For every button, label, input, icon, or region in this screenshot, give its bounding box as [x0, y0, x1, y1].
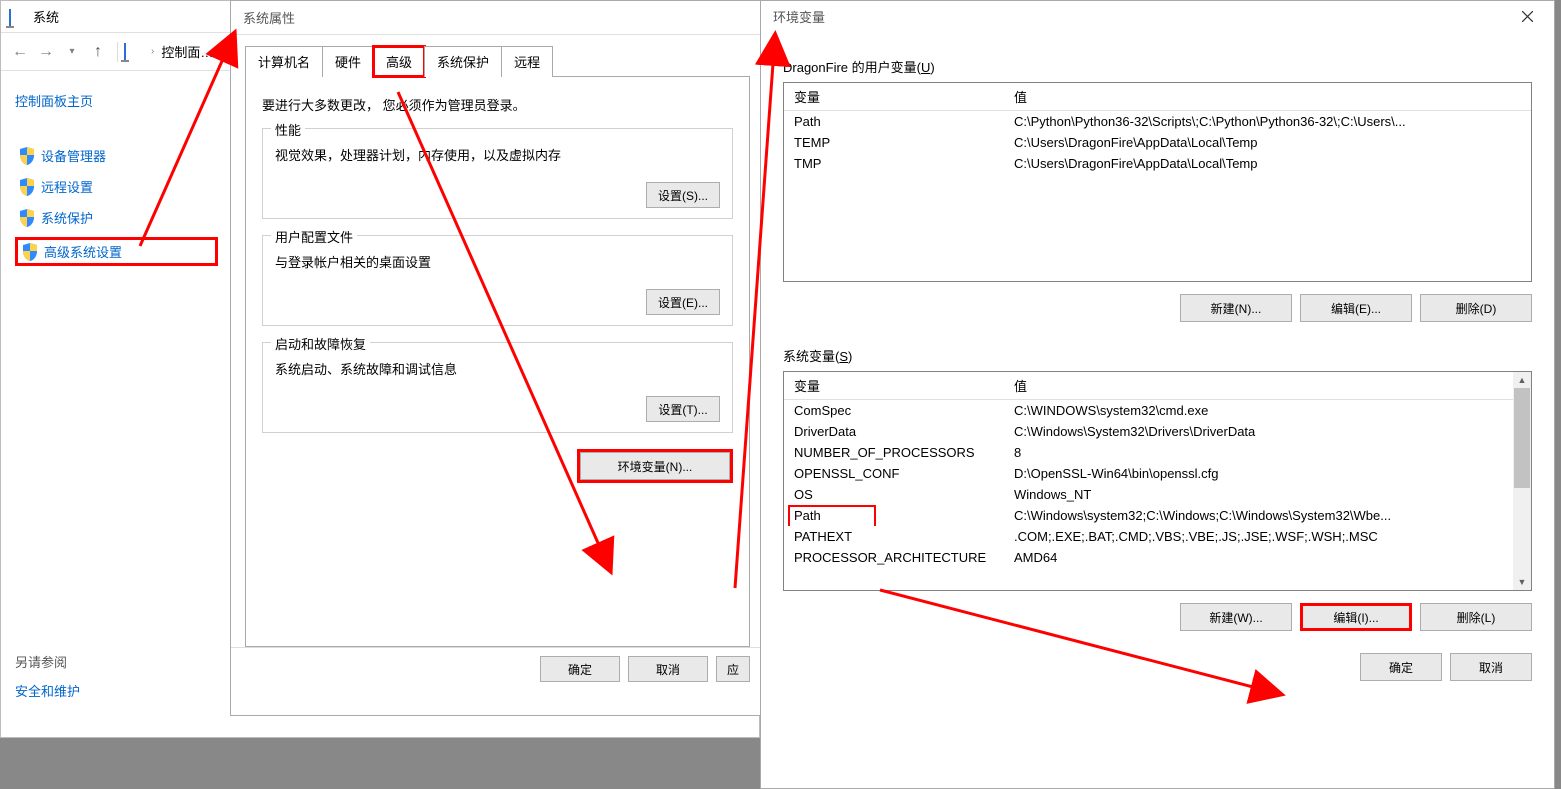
shield-icon: [22, 243, 38, 261]
table-row[interactable]: TMPC:\Users\DragonFire\AppData\Local\Tem…: [784, 153, 1531, 174]
table-row[interactable]: PathC:\Python\Python36-32\Scripts\;C:\Py…: [784, 111, 1531, 133]
tab-computer-name[interactable]: 计算机名: [245, 46, 323, 77]
user-profile-group: 用户配置文件 与登录帐户相关的桌面设置 设置(E)...: [262, 235, 733, 326]
sidebar-item-label: 远程设置: [41, 177, 93, 196]
table-row[interactable]: NUMBER_OF_PROCESSORS8: [784, 442, 1531, 463]
chevron-right-icon: ›: [148, 46, 157, 57]
ok-button[interactable]: 确定: [1360, 653, 1442, 681]
separator: [117, 42, 118, 62]
col-variable[interactable]: 变量: [784, 372, 1004, 400]
sidebar-item-label: 系统保护: [41, 208, 93, 227]
dialog-footer: 确定 取消: [761, 641, 1554, 699]
dialog-title: 环境变量: [773, 7, 825, 26]
scroll-up-icon[interactable]: ▲: [1513, 372, 1531, 388]
dialog-content: 计算机名 硬件 高级 系统保护 远程 要进行大多数更改， 您必须作为管理员登录。…: [231, 35, 764, 647]
tab-advanced[interactable]: 高级: [373, 46, 425, 77]
control-panel-home-link[interactable]: 控制面板主页: [15, 89, 218, 112]
table-row[interactable]: PATHEXT.COM;.EXE;.BAT;.CMD;.VBS;.VBE;.JS…: [784, 526, 1531, 547]
advanced-pane: 要进行大多数更改， 您必须作为管理员登录。 性能 视觉效果，处理器计划，内存使用…: [245, 77, 750, 647]
table-row[interactable]: DriverDataC:\Windows\System32\Drivers\Dr…: [784, 421, 1531, 442]
side-footer: 另请参阅 安全和维护: [15, 652, 218, 700]
breadcrumb[interactable]: 控制面…: [161, 42, 213, 61]
apply-button[interactable]: 应: [716, 656, 750, 682]
tab-hardware[interactable]: 硬件: [322, 46, 374, 77]
table-row[interactable]: PROCESSOR_ARCHITECTUREAMD64: [784, 547, 1531, 568]
performance-settings-button[interactable]: 设置(S)...: [646, 182, 720, 208]
startup-settings-button[interactable]: 设置(T)...: [646, 396, 720, 422]
user-vars-label: DragonFire 的用户变量(U): [783, 57, 1532, 76]
group-desc: 与登录帐户相关的桌面设置: [275, 252, 720, 271]
scroll-down-icon[interactable]: ▼: [1513, 574, 1531, 590]
security-maintenance-link[interactable]: 安全和维护: [15, 681, 218, 700]
sidebar-item-label: 设备管理器: [41, 146, 106, 165]
system-properties-dialog: 系统属性 计算机名 硬件 高级 系统保护 远程 要进行大多数更改， 您必须作为管…: [230, 0, 765, 716]
edit-sys-var-button[interactable]: 编辑(I)...: [1300, 603, 1412, 631]
tab-system-protection[interactable]: 系统保护: [424, 46, 502, 77]
system-protection-link[interactable]: 系统保护: [15, 206, 218, 229]
nav-dropdown-button[interactable]: ▾: [59, 39, 85, 65]
nav-up-button[interactable]: ↑: [85, 39, 111, 65]
system-vars-table: 变量 值 ComSpecC:\WINDOWS\system32\cmd.exe …: [784, 372, 1531, 568]
address-bar[interactable]: › 控制面…: [124, 42, 213, 61]
table-row[interactable]: ComSpecC:\WINDOWS\system32\cmd.exe: [784, 400, 1531, 422]
side-panel: 控制面板主页 设备管理器 远程设置 系统保护: [1, 71, 226, 737]
table-row[interactable]: OPENSSL_CONFD:\OpenSSL-Win64\bin\openssl…: [784, 463, 1531, 484]
system-icon: [9, 10, 27, 24]
group-desc: 视觉效果，处理器计划，内存使用，以及虚拟内存: [275, 145, 720, 164]
close-button[interactable]: [1505, 2, 1550, 30]
new-user-var-button[interactable]: 新建(N)...: [1180, 294, 1292, 322]
table-row[interactable]: OSWindows_NT: [784, 484, 1531, 505]
shield-icon: [19, 178, 35, 196]
scrollbar[interactable]: ▲ ▼: [1513, 372, 1531, 590]
dialog-title: 系统属性: [231, 1, 764, 35]
user-profile-settings-button[interactable]: 设置(E)...: [646, 289, 720, 315]
col-value[interactable]: 值: [1004, 83, 1531, 111]
user-vars-listbox[interactable]: 变量 值 PathC:\Python\Python36-32\Scripts\;…: [783, 82, 1532, 282]
advanced-system-settings-link[interactable]: 高级系统设置: [15, 237, 218, 266]
group-title: 启动和故障恢复: [271, 334, 370, 353]
col-variable[interactable]: 变量: [784, 83, 1004, 111]
environment-variables-dialog: 环境变量 DragonFire 的用户变量(U) 变量 值 PathC:\Pyt…: [760, 0, 1555, 789]
group-desc: 系统启动、系统故障和调试信息: [275, 359, 720, 378]
shield-icon: [19, 147, 35, 165]
system-vars-label: 系统变量(S): [783, 346, 1532, 365]
sidebar-item-label: 高级系统设置: [44, 242, 122, 261]
edit-user-var-button[interactable]: 编辑(E)...: [1300, 294, 1412, 322]
user-vars-buttons: 新建(N)... 编辑(E)... 删除(D): [783, 294, 1532, 322]
dialog-footer: 确定 取消 应: [231, 647, 764, 690]
startup-recovery-group: 启动和故障恢复 系统启动、系统故障和调试信息 设置(T)...: [262, 342, 733, 433]
dialog-titlebar: 环境变量: [761, 1, 1554, 31]
delete-user-var-button[interactable]: 删除(D): [1420, 294, 1532, 322]
monitor-icon: [124, 44, 144, 60]
table-row[interactable]: TEMPC:\Users\DragonFire\AppData\Local\Te…: [784, 132, 1531, 153]
cancel-button[interactable]: 取消: [628, 656, 708, 682]
remote-settings-link[interactable]: 远程设置: [15, 175, 218, 198]
system-vars-listbox[interactable]: 变量 值 ComSpecC:\WINDOWS\system32\cmd.exe …: [783, 371, 1532, 591]
delete-sys-var-button[interactable]: 删除(L): [1420, 603, 1532, 631]
system-title: 系统: [33, 7, 59, 26]
admin-notice: 要进行大多数更改， 您必须作为管理员登录。: [262, 95, 733, 114]
system-vars-buttons: 新建(W)... 编辑(I)... 删除(L): [783, 603, 1532, 631]
tabs: 计算机名 硬件 高级 系统保护 远程: [245, 45, 750, 77]
tab-remote[interactable]: 远程: [501, 46, 553, 77]
nav-forward-button[interactable]: →: [33, 39, 59, 65]
scrollbar-thumb[interactable]: [1514, 388, 1530, 488]
shield-icon: [19, 209, 35, 227]
group-title: 性能: [271, 120, 305, 139]
dialog-body: DragonFire 的用户变量(U) 变量 值 PathC:\Python\P…: [761, 31, 1554, 641]
new-sys-var-button[interactable]: 新建(W)...: [1180, 603, 1292, 631]
nav-back-button[interactable]: ←: [7, 39, 33, 65]
performance-group: 性能 视觉效果，处理器计划，内存使用，以及虚拟内存 设置(S)...: [262, 128, 733, 219]
environment-variables-button[interactable]: 环境变量(N)...: [580, 452, 730, 480]
col-value[interactable]: 值: [1004, 372, 1531, 400]
env-variables-highlight: 环境变量(N)...: [577, 449, 733, 483]
ok-button[interactable]: 确定: [540, 656, 620, 682]
table-row[interactable]: PathC:\Windows\system32;C:\Windows;C:\Wi…: [784, 505, 1531, 526]
see-also-label: 另请参阅: [15, 655, 67, 670]
cancel-button[interactable]: 取消: [1450, 653, 1532, 681]
user-vars-table: 变量 值 PathC:\Python\Python36-32\Scripts\;…: [784, 83, 1531, 174]
device-manager-link[interactable]: 设备管理器: [15, 144, 218, 167]
group-title: 用户配置文件: [271, 227, 357, 246]
